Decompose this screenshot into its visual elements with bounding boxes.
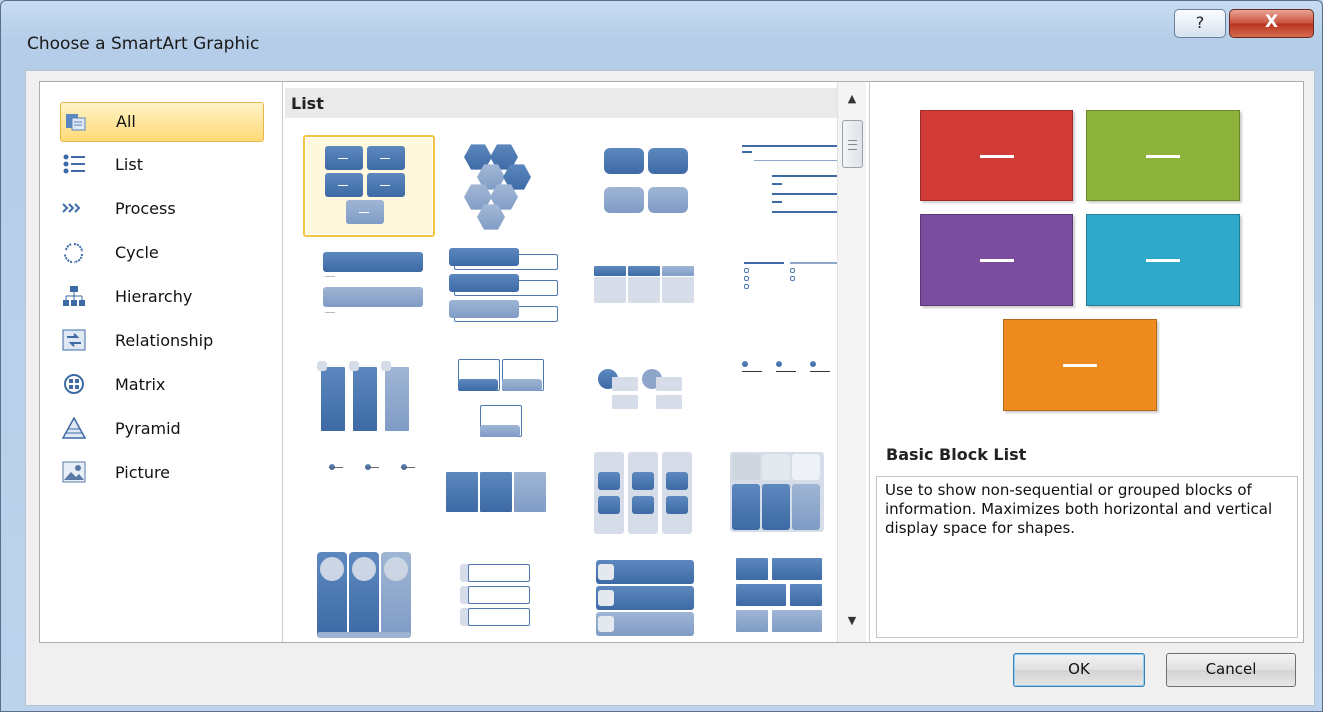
category-list-item[interactable]: List — [60, 146, 262, 184]
layout-vertical-bullet-list[interactable] — [303, 242, 431, 340]
list-icon — [62, 153, 86, 175]
category-matrix[interactable]: Matrix — [60, 366, 262, 404]
content-frame: All List Process Cycle Hierarchy Relatio… — [39, 81, 1304, 643]
dialog-body: All List Process Cycle Hierarchy Relatio… — [25, 70, 1315, 706]
cancel-button[interactable]: Cancel — [1166, 653, 1296, 687]
preview-pane: Basic Block List Use to show non-sequent… — [872, 82, 1303, 642]
category-pyramid[interactable]: Pyramid — [60, 410, 262, 448]
layout-grouped-list[interactable] — [584, 452, 712, 550]
description-box: Use to show non-sequential or grouped bl… — [876, 476, 1298, 638]
preview-block — [1086, 214, 1240, 306]
layout-lined-list[interactable] — [724, 135, 852, 233]
category-all[interactable]: All — [60, 102, 264, 142]
category-label: List — [115, 155, 143, 174]
close-button[interactable]: X — [1229, 9, 1314, 38]
gallery-section-label: List — [291, 94, 324, 113]
layout-horizontal-box-list[interactable] — [444, 452, 572, 550]
scrollbar-thumb[interactable] — [842, 120, 863, 168]
relationship-icon — [62, 329, 86, 351]
category-label: Picture — [115, 463, 171, 482]
all-icon — [63, 110, 87, 132]
gallery-scrollbar[interactable]: ▲ ▼ — [837, 82, 866, 642]
help-button[interactable]: ? — [1174, 9, 1226, 38]
layout-table-list[interactable] — [724, 452, 852, 550]
layout-circle-accent-timeline[interactable] — [724, 347, 852, 445]
layout-table-hierarchy-list[interactable] — [444, 552, 572, 642]
layout-basic-block-list[interactable] — [303, 135, 435, 237]
preview-title: Basic Block List — [886, 445, 1027, 464]
preview-block — [920, 214, 1073, 306]
category-hierarchy[interactable]: Hierarchy — [60, 278, 262, 316]
scroll-down-arrow-icon[interactable]: ▼ — [842, 612, 862, 630]
process-icon — [62, 197, 86, 219]
category-cycle[interactable]: Cycle — [60, 234, 262, 272]
layout-square-accent-list[interactable] — [724, 242, 852, 340]
cycle-icon — [62, 241, 86, 263]
pyramid-icon — [61, 416, 87, 439]
smartart-dialog: Choose a SmartArt Graphic ? X All List P… — [0, 0, 1323, 712]
layout-circle-accent-list[interactable] — [303, 452, 431, 550]
category-relationship[interactable]: Relationship — [60, 322, 262, 360]
category-picture[interactable]: Picture — [60, 454, 262, 492]
layout-bending-picture-caption[interactable] — [444, 347, 572, 445]
category-label: Pyramid — [115, 419, 181, 438]
scroll-up-arrow-icon[interactable]: ▲ — [842, 90, 862, 108]
dialog-title: Choose a SmartArt Graphic — [27, 34, 260, 54]
hierarchy-icon — [62, 285, 86, 307]
layout-vertical-box-list[interactable] — [444, 242, 572, 340]
category-process[interactable]: Process — [60, 190, 262, 228]
category-label: Cycle — [115, 243, 159, 262]
layout-gallery: List ▲ ▼ — [283, 82, 870, 642]
category-list: All List Process Cycle Hierarchy Relatio… — [40, 82, 283, 642]
layout-picture-accent-list[interactable] — [584, 347, 712, 445]
gallery-section-header: List — [285, 88, 837, 118]
category-label: Hierarchy — [115, 287, 193, 306]
category-label: All — [116, 112, 136, 131]
layout-stacked-list[interactable] — [303, 347, 431, 445]
layout-picture-caption-list[interactable] — [584, 135, 712, 233]
layout-picture-strips[interactable] — [584, 552, 712, 642]
layout-horizontal-bullet-list[interactable] — [584, 242, 712, 340]
ok-button[interactable]: OK — [1013, 653, 1145, 687]
category-label: Process — [115, 199, 176, 218]
category-label: Matrix — [115, 375, 166, 394]
layout-target-list[interactable] — [724, 552, 852, 642]
title-bar: Choose a SmartArt Graphic ? X — [1, 1, 1322, 79]
layout-alternating-hexagons[interactable] — [444, 135, 572, 233]
category-label: Relationship — [115, 331, 214, 350]
matrix-icon — [62, 373, 86, 395]
preview-block — [1086, 110, 1240, 201]
description-text: Use to show non-sequential or grouped bl… — [885, 481, 1273, 537]
preview-block — [920, 110, 1073, 201]
picture-icon — [62, 461, 86, 483]
layout-horizontal-picture-list[interactable] — [303, 552, 431, 642]
preview-block — [1003, 319, 1157, 411]
